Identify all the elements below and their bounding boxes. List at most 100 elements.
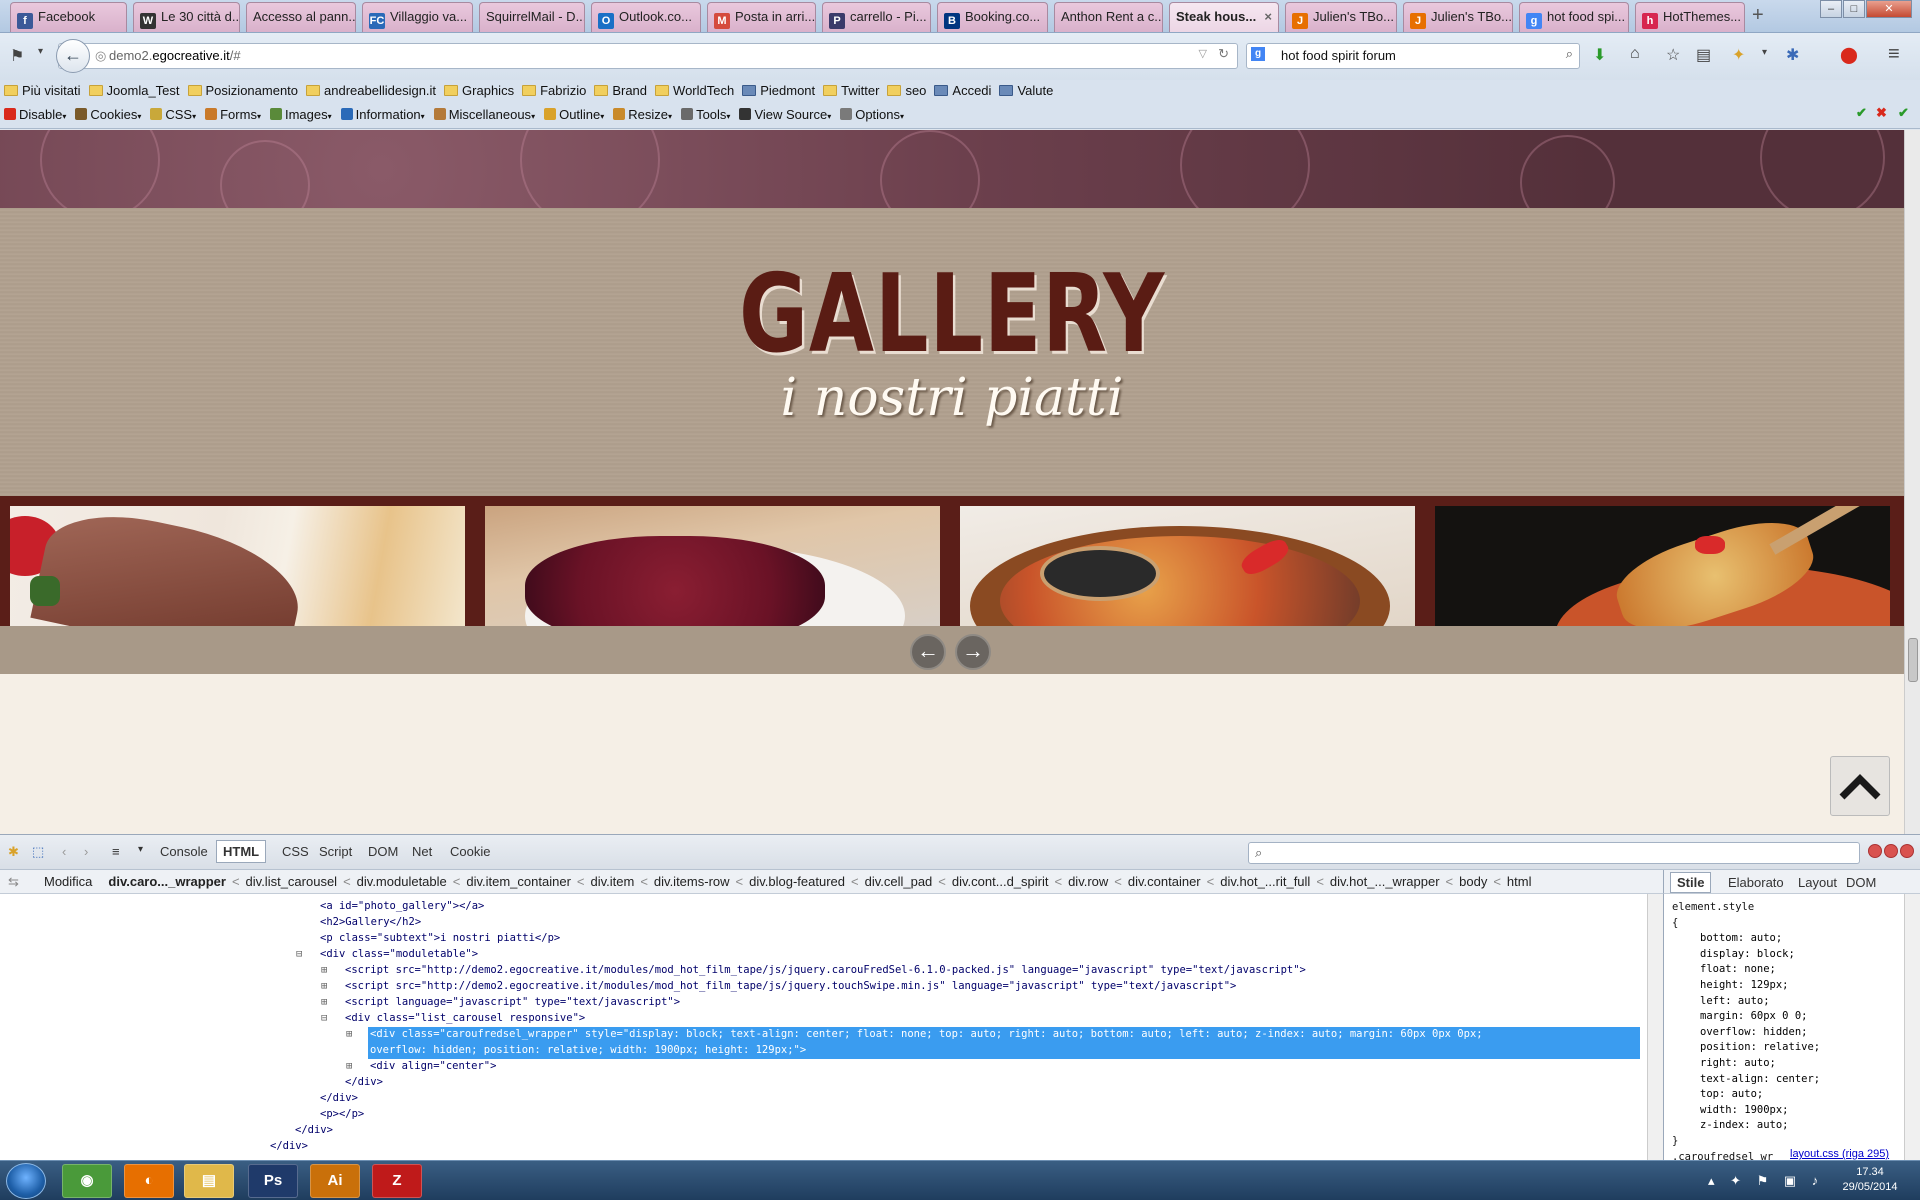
webdev-menu-miscellaneous[interactable]: Miscellaneous▾ <box>433 107 535 122</box>
breadcrumb-item[interactable]: div.row <box>1068 874 1108 889</box>
minimize-panel-button[interactable] <box>1868 844 1882 858</box>
inspect-icon[interactable]: ⬚ <box>32 844 44 860</box>
webdev-menu-images[interactable]: Images▾ <box>269 107 332 122</box>
tab-11[interactable]: Steak hous... × <box>1169 2 1279 32</box>
html-node-line[interactable]: <p class="subtext">i nostri piatti</p> <box>320 930 560 946</box>
scrollbar-thumb[interactable] <box>1908 638 1918 682</box>
webdev-menu-view-source[interactable]: View Source▾ <box>739 107 831 122</box>
bookmark-item[interactable]: WorldTech <box>655 83 734 98</box>
bookmark-item[interactable]: seo <box>887 83 926 98</box>
webdev-menu-tools[interactable]: Tools▾ <box>681 107 730 122</box>
tab-7[interactable]: M Posta in arri... <box>707 2 816 32</box>
breadcrumb-item[interactable]: div.container <box>1128 874 1201 889</box>
firebug-icon[interactable]: ✱ <box>1786 45 1799 65</box>
html-node-line[interactable]: <script src="http://demo2.egocreative.it… <box>345 962 1306 978</box>
css-property[interactable]: top: auto; <box>1672 1087 1904 1103</box>
adblock-icon[interactable]: ⬤ <box>1840 45 1858 65</box>
tab-8[interactable]: Pcarrello - Pi... <box>822 2 931 32</box>
new-tab-button[interactable]: + <box>1752 5 1764 25</box>
html-node-line[interactable]: </div> <box>295 1122 333 1138</box>
bookmark-star-icon[interactable]: ☆ <box>1666 45 1680 65</box>
firefox-icon[interactable]: ◐ <box>124 1164 174 1198</box>
breadcrumb-item[interactable]: div.items-row <box>654 874 730 889</box>
html-node-line[interactable]: <script src="http://demo2.egocreative.it… <box>345 978 1236 994</box>
tab-3[interactable]: Accesso al pann... <box>246 2 356 32</box>
html-node-line[interactable]: <script language="javascript" type="text… <box>345 994 680 1010</box>
webdev-menu-outline[interactable]: Outline▾ <box>544 107 604 122</box>
photo-raspberries[interactable] <box>485 506 940 626</box>
css-property[interactable]: position: relative; <box>1672 1040 1904 1056</box>
html-node-line[interactable]: <div class="moduletable"> <box>320 946 478 962</box>
menu-icon[interactable]: ≡ <box>1888 43 1900 66</box>
tab-6[interactable]: O Outlook.co... <box>591 2 701 32</box>
css-property[interactable]: text-align: center; <box>1672 1072 1904 1088</box>
reload-icon[interactable]: ↻ <box>1218 46 1229 62</box>
webdev-menu-information[interactable]: Information▾ <box>340 107 425 122</box>
css-property[interactable]: z-index: auto; <box>1672 1118 1904 1134</box>
webdev-menu-options[interactable]: Options▾ <box>840 107 904 122</box>
html-node-line[interactable]: <a id="photo_gallery"></a> <box>320 898 484 914</box>
bookmark-item[interactable]: andreabellidesign.it <box>306 83 436 98</box>
home-icon[interactable]: ⌂ <box>1630 45 1640 63</box>
firefox-menu-icon[interactable]: ⚑ <box>10 46 24 66</box>
bookmark-item[interactable]: Piedmont <box>742 83 815 98</box>
bookmark-item[interactable]: Graphics <box>444 83 514 98</box>
chevron-down-icon[interactable]: ▾ <box>1762 47 1767 58</box>
breadcrumb-item[interactable]: div.caro..._wrapper <box>108 874 226 889</box>
html-node-line[interactable]: </div> <box>345 1074 383 1090</box>
html-node-line[interactable]: </div> <box>320 1090 358 1106</box>
maximize-button[interactable]: □ <box>1843 0 1865 18</box>
side-tab-stile[interactable]: Stile <box>1670 872 1712 893</box>
style-panel-scrollbar[interactable] <box>1904 894 1920 1160</box>
tab-13[interactable]: J Julien's TBo... <box>1403 2 1513 32</box>
filezilla-icon[interactable]: Z <box>372 1164 422 1198</box>
breadcrumb-item[interactable]: div.cont...d_spirit <box>952 874 1049 889</box>
html-node-line[interactable]: <div class="list_carousel responsive"> <box>345 1010 585 1026</box>
css-property[interactable]: margin: 60px 0 0; <box>1672 1009 1904 1025</box>
tab-1[interactable]: f Facebook <box>10 2 127 32</box>
minimize-button[interactable]: – <box>1820 0 1842 18</box>
css-property[interactable]: width: 1900px; <box>1672 1103 1904 1119</box>
html-node-line[interactable]: <div class="caroufredsel_wrapper" style=… <box>370 1026 1483 1042</box>
bookmark-item[interactable]: Valute <box>999 83 1053 98</box>
breadcrumb-item[interactable]: div.blog-featured <box>749 874 845 889</box>
tab-14[interactable]: g hot food spi... <box>1519 2 1629 32</box>
css-property[interactable]: right: auto; <box>1672 1056 1904 1072</box>
dropdown-arrow-icon[interactable]: ▽ <box>1199 47 1207 60</box>
back-button[interactable]: ← <box>56 39 90 73</box>
panel-menu-icon[interactable]: ≡ <box>112 844 120 859</box>
tab-2[interactable]: W Le 30 città d... <box>133 2 240 32</box>
tab-5[interactable]: SquirrelMail - D... <box>479 2 585 32</box>
tab-12[interactable]: J Julien's TBo... <box>1285 2 1397 32</box>
edit-button[interactable]: Modifica <box>44 874 92 889</box>
breadcrumb-item[interactable]: div.cell_pad <box>865 874 933 889</box>
expand-toggle-icon[interactable]: ⊞ <box>346 1058 352 1074</box>
carousel-prev-button[interactable]: ← <box>910 634 946 670</box>
expand-toggle-icon[interactable]: ⊞ <box>321 978 327 994</box>
start-button[interactable] <box>6 1163 46 1199</box>
bookmark-item[interactable]: Brand <box>594 83 647 98</box>
url-bar[interactable]: ◎ demo2.egocreative.it/# ▽ ↻ <box>58 43 1238 69</box>
html-node-line[interactable]: <h2>Gallery</h2> <box>320 914 421 930</box>
bookmark-item[interactable]: Posizionamento <box>187 83 298 98</box>
html-node-line[interactable]: </div> <box>270 1138 308 1154</box>
firebug-tab-cookie[interactable]: Cookie <box>450 844 490 859</box>
panel-toggle-icon[interactable]: ⇆ <box>8 874 19 890</box>
explorer-icon[interactable]: ▤ <box>184 1164 234 1198</box>
chevron-down-icon[interactable]: ▾ <box>138 844 143 855</box>
breadcrumb-item[interactable]: div.item <box>591 874 635 889</box>
valid-icon[interactable]: ✔ <box>1898 105 1909 121</box>
breadcrumb-item[interactable]: html <box>1507 874 1532 889</box>
tab-9[interactable]: B Booking.co... <box>937 2 1048 32</box>
check-icon[interactable]: ✔ <box>1856 105 1867 121</box>
html-node-line[interactable]: <div align="center"> <box>370 1058 496 1074</box>
webdev-menu-resize[interactable]: Resize▾ <box>613 107 672 122</box>
html-node-line[interactable]: <p></p> <box>320 1106 364 1122</box>
webdev-menu-cookies[interactable]: Cookies▾ <box>75 107 141 122</box>
html-node-line[interactable]: overflow: hidden; position: relative; wi… <box>370 1042 806 1058</box>
photo-dessert[interactable] <box>10 506 465 626</box>
forward-arrow-icon[interactable]: › <box>84 844 88 859</box>
illustrator-icon[interactable]: Ai <box>310 1164 360 1198</box>
css-property[interactable]: display: block; <box>1672 947 1904 963</box>
photo-seafood[interactable] <box>960 506 1415 626</box>
